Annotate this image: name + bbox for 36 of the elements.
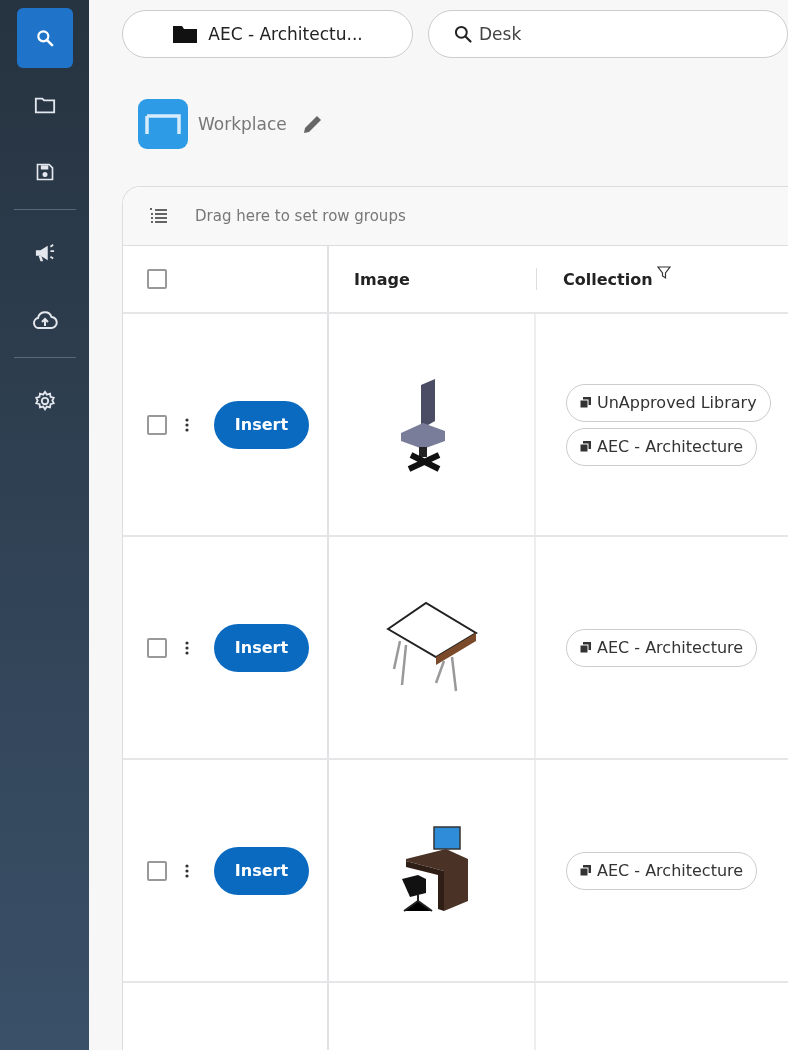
select-all-checkbox[interactable] [147,269,167,289]
library-icon [580,397,591,408]
folder-icon [172,24,199,44]
collection-tag: AEC - Architecture [566,851,758,890]
row-checkbox[interactable] [147,637,167,658]
library-icon [580,441,591,452]
collection-tag: UnApproved Library [566,383,771,422]
row-checkbox[interactable] [147,414,167,435]
settings-icon [33,390,56,412]
library-icon [580,642,591,653]
library-icon [580,865,591,876]
more-options-icon[interactable] [185,640,189,655]
search-icon [34,28,55,48]
megaphone-icon [33,243,56,263]
workplace-icon [138,99,188,149]
column-header[interactable]: Collection [563,269,653,289]
column-header[interactable]: Image [354,269,410,289]
search-field[interactable]: Desk [428,10,788,58]
insert-button[interactable]: Insert [214,623,309,672]
filter-icon[interactable] [656,266,671,280]
collection-tag: AEC - Architecture [566,628,758,667]
more-options-icon[interactable] [185,863,189,878]
more-options-icon[interactable] [185,417,189,432]
folder-icon [33,95,56,115]
row-groups-hint: Drag here to set row groups [195,207,406,225]
category-label: Workplace [198,114,287,134]
collection-tag: AEC - Architecture [566,427,758,466]
collection-selector[interactable]: AEC - Architectu... [122,10,413,58]
insert-button[interactable]: Insert [214,400,309,449]
cloud-upload-icon [31,310,58,330]
row-checkbox[interactable] [147,860,167,881]
row-groups-icon [149,208,169,224]
save-icon [34,162,55,182]
search-icon [453,24,473,44]
sidebar-button[interactable] [16,8,73,68]
insert-button[interactable]: Insert [214,846,309,895]
